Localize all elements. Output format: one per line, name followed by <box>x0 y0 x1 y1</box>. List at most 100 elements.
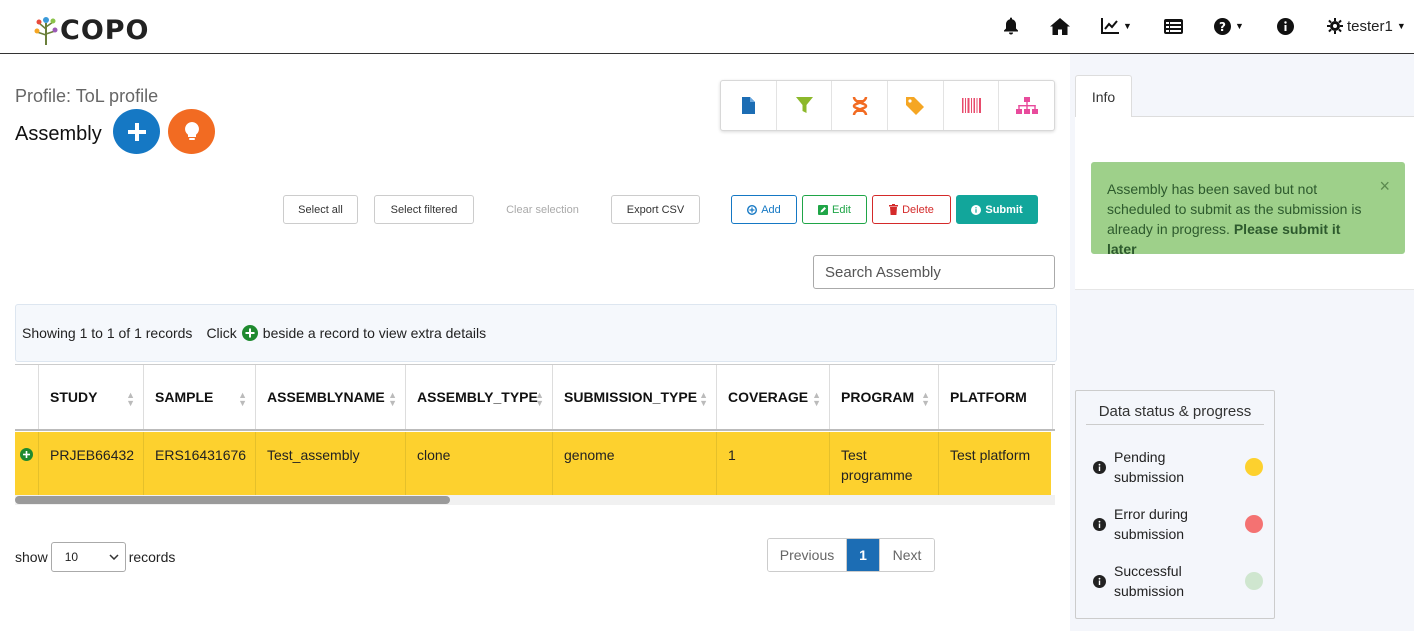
quick-tour-button[interactable] <box>168 109 215 154</box>
status-dot-success <box>1245 572 1263 590</box>
clear-selection-button[interactable]: Clear selection <box>493 195 592 224</box>
column-header-assemblyname[interactable]: ASSEMBLYNAME ▲ ▼ <box>256 365 406 429</box>
column-header-coverage[interactable]: COVERAGE ▲ ▼ <box>717 365 830 429</box>
sort-icon: ▲ ▼ <box>388 390 397 408</box>
component-toolbar <box>720 80 1055 131</box>
horizontal-scrollbar[interactable] <box>15 495 1055 505</box>
status-item-pending: Pending submission <box>1093 447 1263 487</box>
sort-icon: ▲ ▼ <box>921 390 930 408</box>
records-label: records <box>128 549 176 565</box>
tag-icon <box>906 96 925 115</box>
datafiles-button[interactable] <box>1164 15 1183 37</box>
column-header-study[interactable]: STUDY ▲ ▼ <box>39 365 144 429</box>
file-icon <box>741 97 755 114</box>
submit-button[interactable]: Submit <box>956 195 1038 224</box>
page-length-control: show 10 records <box>15 542 175 572</box>
tool-tags[interactable] <box>888 81 944 130</box>
notifications-button[interactable] <box>1003 15 1019 37</box>
edit-icon <box>818 204 829 215</box>
table-info-bar: Showing 1 to 1 of 1 records Click beside… <box>15 304 1057 362</box>
data-status-legend: Data status & progress Pending submissio… <box>1075 390 1275 619</box>
column-header-sample[interactable]: SAMPLE ▲ ▼ <box>144 365 256 429</box>
cell-sample: ERS16431676 <box>144 432 256 495</box>
sitemap-icon <box>1015 97 1038 114</box>
submit-button-label: Submit <box>985 203 1023 216</box>
status-dot-error <box>1245 515 1263 533</box>
status-alert: Assembly has been saved but not schedule… <box>1091 162 1405 257</box>
cell-study: PRJEB66432 <box>39 432 144 495</box>
search-input[interactable] <box>813 255 1055 289</box>
home-button[interactable] <box>1050 15 1070 37</box>
next-page-button[interactable]: Next <box>880 539 934 571</box>
info-button[interactable] <box>1277 15 1294 37</box>
status-item-success: Successful submission <box>1093 561 1263 601</box>
select-all-button[interactable]: Select all <box>283 195 358 224</box>
tree-logo-icon <box>34 17 58 45</box>
column-header-program[interactable]: PROGRAM ▲ ▼ <box>830 365 939 429</box>
filter-icon <box>795 97 813 113</box>
delete-button[interactable]: Delete <box>872 195 951 224</box>
column-header-submission-type[interactable]: SUBMISSION_TYPE ▲ ▼ <box>553 365 717 429</box>
help-dropdown[interactable]: ? ▼ <box>1214 15 1244 37</box>
home-icon <box>1050 17 1070 35</box>
tab-info[interactable]: Info <box>1075 75 1132 117</box>
expand-row-button[interactable] <box>15 432 39 495</box>
copo-logo[interactable]: COPO <box>34 14 150 46</box>
trash-icon <box>889 204 899 215</box>
user-name: tester1 <box>1347 17 1393 35</box>
page-button-1[interactable]: 1 <box>847 539 880 571</box>
cell-program: Test programme <box>830 432 939 495</box>
expand-column-header <box>15 365 39 429</box>
info-circle-icon <box>1093 517 1106 531</box>
page-length-select[interactable]: 10 <box>50 542 126 572</box>
column-header-assembly-type[interactable]: ASSEMBLY_TYPE ▲ ▼ <box>406 365 553 429</box>
close-icon[interactable]: × <box>1379 176 1390 196</box>
chevron-down-icon <box>109 554 119 560</box>
tool-barcode[interactable] <box>944 81 1000 130</box>
info-circle-icon <box>1277 17 1294 35</box>
chevron-down-icon: ▼ <box>1123 21 1132 31</box>
list-table-icon <box>1164 18 1183 34</box>
info-click-text: Click <box>206 325 237 341</box>
plus-circle-icon <box>747 204 758 215</box>
cell-coverage: 1 <box>717 432 830 495</box>
plus-circle-icon <box>20 448 33 461</box>
bell-icon <box>1004 17 1018 35</box>
user-dropdown[interactable]: tester1 ▼ <box>1327 15 1406 37</box>
scrollbar-thumb[interactable] <box>15 496 450 504</box>
add-button[interactable]: Add <box>731 195 797 224</box>
status-item-error: Error during submission <box>1093 504 1263 544</box>
chevron-down-icon: ▼ <box>1396 21 1406 31</box>
previous-page-button[interactable]: Previous <box>768 539 847 571</box>
status-label: Successful submission <box>1114 563 1185 599</box>
table-row[interactable]: PRJEB66432 ERS16431676 Test_assembly clo… <box>15 432 1051 495</box>
status-dot-pending <box>1245 458 1263 476</box>
cell-platform: Test platform <box>950 447 1031 463</box>
plus-icon <box>127 122 146 141</box>
plus-circle-icon <box>241 325 258 341</box>
tool-filter[interactable] <box>777 81 833 130</box>
tool-files[interactable] <box>721 81 777 130</box>
gear-icon <box>1327 18 1343 34</box>
select-filtered-button[interactable]: Select filtered <box>374 195 474 224</box>
top-navbar: COPO ▼ ? ▼ tester1 ▼ <box>0 0 1414 54</box>
edit-button[interactable]: Edit <box>802 195 867 224</box>
page-length-value: 10 <box>64 550 79 564</box>
pagination: Previous 1 Next <box>767 538 935 572</box>
stats-dropdown[interactable]: ▼ <box>1101 15 1132 37</box>
info-hint-text: beside a record to view extra details <box>262 325 487 341</box>
lightbulb-icon <box>184 122 199 140</box>
tool-hierarchy[interactable] <box>999 81 1054 130</box>
tool-dna[interactable] <box>832 81 889 130</box>
column-header-platform[interactable]: PLATFORM <box>939 365 1053 429</box>
svg-text:?: ? <box>1219 20 1226 34</box>
dna-icon <box>852 96 867 115</box>
add-record-button[interactable] <box>113 109 160 154</box>
status-label: Pending submission <box>1114 449 1185 485</box>
records-summary: Showing 1 to 1 of 1 records <box>22 325 193 341</box>
export-csv-button[interactable]: Export CSV <box>611 195 700 224</box>
barcode-icon <box>961 98 981 113</box>
question-circle-icon: ? <box>1214 17 1231 35</box>
status-label: Error during submission <box>1114 506 1188 542</box>
chevron-down-icon: ▼ <box>1235 21 1244 31</box>
